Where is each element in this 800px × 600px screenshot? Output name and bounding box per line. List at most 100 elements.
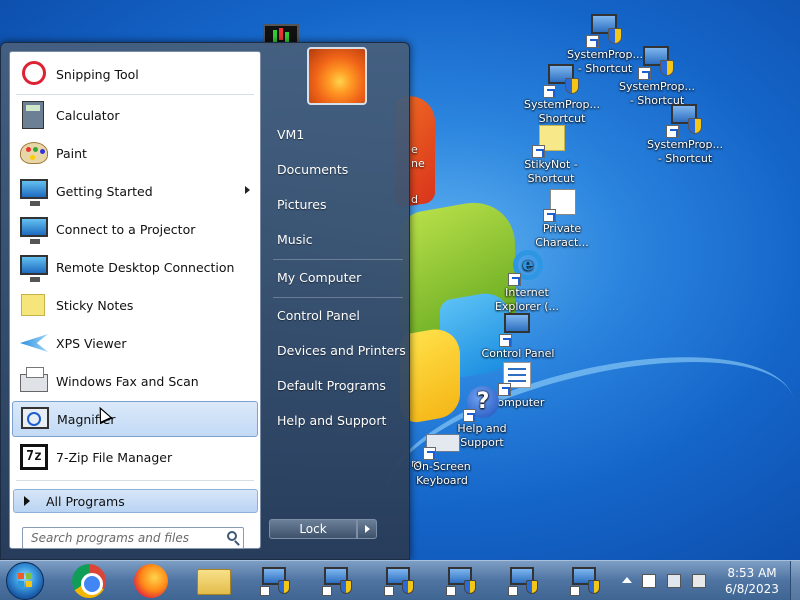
desktop-icon-label: Shortcut: [527, 172, 575, 185]
system-properties-icon[interactable]: [320, 564, 354, 598]
program-sticky-notes[interactable]: Sticky Notes: [12, 287, 258, 323]
system-properties-icon[interactable]: [444, 564, 478, 598]
all-programs-button[interactable]: All Programs: [13, 489, 258, 513]
link-pictures[interactable]: Pictures: [277, 197, 327, 212]
desktop-icon-label: SystemProp...: [524, 98, 600, 111]
system-properties-icon: [666, 102, 702, 138]
magnifier-icon: [17, 402, 51, 436]
partial-label: d: [411, 193, 418, 206]
keyboard-icon: [423, 424, 460, 460]
partial-label: e ne: [411, 143, 425, 170]
program-magnifier[interactable]: Magnifier: [12, 401, 258, 437]
network-icon[interactable]: [667, 574, 681, 588]
program-7zip[interactable]: 7z 7-Zip File Manager: [12, 439, 258, 475]
firefox-icon[interactable]: [134, 564, 168, 598]
desktop-icon-internet-explorer[interactable]: e Internet Explorer (...: [482, 250, 572, 314]
projector-icon: [16, 212, 50, 246]
system-properties-icon[interactable]: [382, 564, 416, 598]
desktop-icon-label: Private: [542, 222, 582, 235]
separator: [273, 297, 403, 298]
program-getting-started[interactable]: Getting Started: [12, 173, 258, 209]
desktop-icon-label: Charact...: [535, 236, 589, 249]
link-help-support[interactable]: Help and Support: [277, 413, 386, 428]
desktop-icon-label: SystemProp...: [647, 138, 723, 151]
link-my-computer[interactable]: My Computer: [277, 270, 361, 285]
desktop-icon-systemprop-3[interactable]: SystemProp... - Shortcut: [612, 44, 702, 108]
program-snipping-tool[interactable]: Snipping Tool: [12, 56, 258, 92]
clock-time: 8:53 AM: [727, 566, 777, 580]
clock-date: 6/8/2023: [725, 582, 779, 596]
xps-viewer-icon: [16, 326, 50, 360]
sticky-notes-icon: [16, 288, 50, 322]
search-placeholder: Search programs and files: [31, 531, 189, 545]
program-label: Remote Desktop Connection: [56, 259, 235, 275]
all-programs-label: All Programs: [46, 493, 125, 509]
control-panel-icon: [499, 311, 535, 347]
desktop-icon-stickynotes[interactable]: StikyNot - Shortcut: [506, 122, 596, 186]
search-icon[interactable]: [227, 531, 237, 541]
program-calculator[interactable]: Calculator: [12, 97, 258, 133]
program-label: Paint: [56, 145, 87, 161]
program-fax-scan[interactable]: Windows Fax and Scan: [12, 363, 258, 399]
desktop-icon-label: StikyNot -: [524, 158, 578, 171]
program-xps-viewer[interactable]: XPS Viewer: [12, 325, 258, 361]
desktop-icon-control-panel[interactable]: Control Panel: [473, 311, 563, 361]
action-center-flag-icon[interactable]: [642, 574, 656, 588]
seven-zip-icon: 7z: [16, 440, 50, 474]
program-label: Calculator: [56, 107, 120, 123]
lock-button[interactable]: Lock: [269, 519, 357, 539]
system-properties-icon[interactable]: [506, 564, 540, 598]
shutdown-options-button[interactable]: [357, 519, 377, 539]
link-music[interactable]: Music: [277, 232, 313, 247]
help-icon: ?: [463, 386, 499, 422]
link-documents[interactable]: Documents: [277, 162, 348, 177]
start-menu-links-pane: VM1 Documents Pictures Music My Computer…: [267, 43, 411, 561]
desktop-icon-label: - Shortcut: [657, 152, 713, 165]
start-button[interactable]: [6, 562, 44, 600]
system-properties-icon[interactable]: [568, 564, 602, 598]
snipping-tool-icon: [16, 57, 50, 91]
sticky-notes-icon: [532, 122, 568, 158]
system-properties-icon: [638, 44, 674, 80]
explorer-icon[interactable]: [197, 569, 231, 595]
program-label: Sticky Notes: [56, 297, 134, 313]
link-devices-printers[interactable]: Devices and Printers: [277, 343, 406, 358]
program-paint[interactable]: Paint: [12, 135, 258, 171]
desktop-icon-systemprop-4[interactable]: SystemProp... - Shortcut: [640, 102, 730, 166]
show-hidden-icons-icon[interactable]: [622, 577, 632, 583]
desktop-icon-label: SystemProp...: [619, 80, 695, 93]
program-label: Connect to a Projector: [56, 221, 196, 237]
system-properties-icon: [586, 12, 622, 48]
volume-muted-icon[interactable]: [692, 574, 706, 588]
link-default-programs[interactable]: Default Programs: [277, 378, 386, 393]
remote-desktop-icon: [16, 250, 50, 284]
show-desktop-button[interactable]: [790, 561, 800, 600]
private-character-icon: [543, 186, 579, 222]
expand-arrow-icon: [24, 496, 30, 506]
internet-explorer-icon: e: [508, 250, 544, 286]
program-label: 7-Zip File Manager: [56, 449, 173, 465]
program-remote-desktop[interactable]: Remote Desktop Connection: [12, 249, 258, 285]
link-user-folder[interactable]: VM1: [277, 127, 304, 142]
system-properties-icon[interactable]: [258, 564, 292, 598]
user-avatar[interactable]: [307, 47, 367, 105]
calculator-icon: [16, 98, 50, 132]
program-label: Snipping Tool: [56, 66, 139, 82]
separator: [16, 94, 254, 95]
paint-icon: [16, 136, 50, 170]
separator: [16, 480, 254, 481]
search-input[interactable]: Search programs and files: [22, 527, 244, 549]
program-label: XPS Viewer: [56, 335, 127, 351]
separator: [273, 259, 403, 260]
chrome-icon[interactable]: [72, 564, 106, 598]
desktop-icon-private-character[interactable]: Private Charact...: [517, 186, 607, 250]
program-label: Windows Fax and Scan: [56, 373, 199, 389]
desktop-icon-systemprop-2[interactable]: SystemProp... Shortcut: [517, 62, 607, 126]
start-menu: Snipping Tool Calculator Paint Getting S…: [0, 42, 410, 560]
program-connect-projector[interactable]: Connect to a Projector: [12, 211, 258, 247]
link-control-panel[interactable]: Control Panel: [277, 308, 360, 323]
start-menu-programs-pane: Snipping Tool Calculator Paint Getting S…: [9, 51, 261, 549]
desktop-icon-label: Control Panel: [481, 347, 555, 360]
clock[interactable]: 8:53 AM 6/8/2023: [720, 565, 784, 597]
submenu-arrow-icon: [245, 186, 250, 194]
